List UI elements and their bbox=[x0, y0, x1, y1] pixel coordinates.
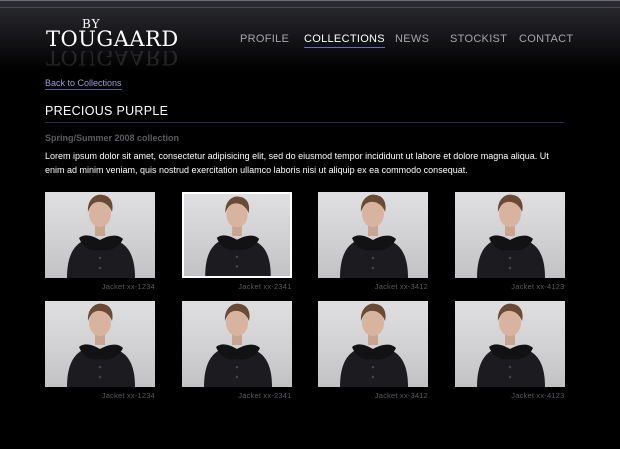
product-item[interactable]: Jacket xx-3412 bbox=[318, 192, 428, 291]
page-title: PRECIOUS PURPLE bbox=[45, 104, 169, 118]
product-thumbnail[interactable] bbox=[454, 301, 565, 387]
nav-item-contact[interactable]: CONTACT bbox=[519, 33, 573, 45]
product-item[interactable]: Jacket xx-2341 bbox=[181, 301, 292, 400]
product-item[interactable]: Jacket xx-1234 bbox=[45, 192, 155, 291]
product-item[interactable]: Jacket xx-1234 bbox=[45, 301, 155, 400]
product-item[interactable]: Jacket xx-2341 bbox=[181, 192, 292, 291]
product-item[interactable]: Jacket xx-4123 bbox=[454, 192, 565, 291]
product-grid: Jacket xx-1234 Jacket xx-2341 Jacket xx-34… bbox=[45, 192, 565, 407]
header-bar: BY TOUGAARD TOUGAARD PROFILE COLLECTIONS… bbox=[0, 0, 620, 71]
collection-season: Spring/Summer 2008 collection bbox=[45, 133, 180, 143]
nav-item-profile[interactable]: PROFILE bbox=[240, 33, 289, 45]
product-caption: Jacket xx-3412 bbox=[374, 282, 428, 291]
product-caption: Jacket xx-2341 bbox=[238, 391, 292, 400]
product-caption: Jacket xx-3412 bbox=[374, 391, 428, 400]
product-thumbnail[interactable] bbox=[181, 301, 292, 387]
product-caption: Jacket xx-4123 bbox=[511, 282, 565, 291]
main-nav: PROFILE COLLECTIONS NEWS STOCKIST CONTAC… bbox=[0, 33, 620, 53]
product-thumbnail[interactable] bbox=[454, 192, 565, 278]
header-accent-line bbox=[0, 7, 620, 8]
brand-name-reflection: TOUGAARD bbox=[46, 51, 179, 69]
product-thumbnail[interactable] bbox=[318, 301, 428, 387]
nav-item-stockist[interactable]: STOCKIST bbox=[450, 33, 507, 45]
product-caption: Jacket xx-4123 bbox=[511, 391, 565, 400]
product-item[interactable]: Jacket xx-4123 bbox=[454, 301, 565, 400]
product-caption: Jacket xx-1234 bbox=[101, 391, 155, 400]
product-caption: Jacket xx-1234 bbox=[101, 282, 155, 291]
product-thumbnail[interactable] bbox=[45, 301, 155, 387]
product-thumbnail[interactable] bbox=[45, 192, 155, 278]
product-thumbnail[interactable] bbox=[318, 192, 428, 278]
nav-item-news[interactable]: NEWS bbox=[395, 33, 429, 45]
nav-item-collections[interactable]: COLLECTIONS bbox=[304, 33, 385, 48]
product-item[interactable]: Jacket xx-3412 bbox=[318, 301, 428, 400]
product-thumbnail[interactable] bbox=[181, 192, 292, 278]
product-caption: Jacket xx-2341 bbox=[238, 282, 292, 291]
title-divider bbox=[45, 122, 564, 123]
collection-description: Lorem ipsum dolor sit amet, consectetur … bbox=[45, 151, 549, 175]
back-to-collections-link[interactable]: Back to Collections bbox=[45, 78, 122, 90]
